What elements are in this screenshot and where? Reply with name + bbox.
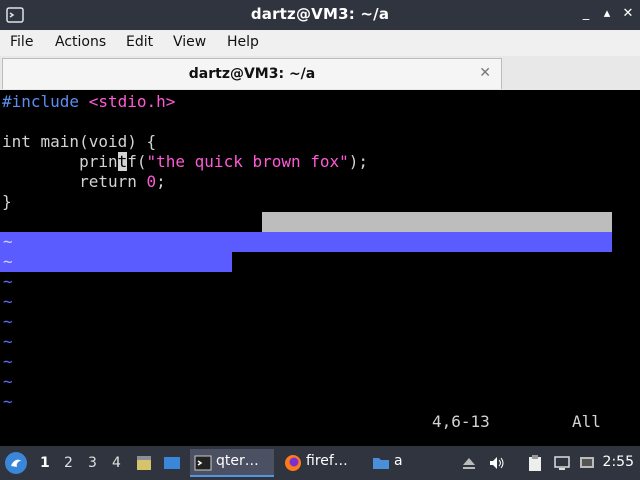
workspace-1[interactable]: 1 bbox=[40, 455, 50, 471]
selection-highlight bbox=[0, 232, 612, 252]
empty-line-marker: ~ bbox=[3, 372, 13, 391]
code-line-5: return 0; bbox=[2, 172, 166, 191]
code-line-3: int main(void) { bbox=[2, 132, 157, 151]
minimize-button[interactable]: _ bbox=[578, 6, 594, 22]
firefox-icon bbox=[284, 454, 302, 472]
code-line-4: printf("the quick brown fox"); bbox=[2, 152, 369, 171]
network-icon[interactable] bbox=[553, 454, 571, 472]
clock[interactable]: 2:55 bbox=[603, 454, 634, 470]
empty-line-marker: ~ bbox=[3, 332, 13, 351]
menu-view[interactable]: View bbox=[173, 34, 206, 50]
folder-icon bbox=[372, 454, 390, 472]
selection-highlight bbox=[0, 252, 232, 272]
task-qterminal[interactable]: qter… bbox=[190, 449, 274, 477]
text-cursor: t bbox=[117, 152, 128, 171]
menu-actions[interactable]: Actions bbox=[55, 34, 106, 50]
workspace-4[interactable]: 4 bbox=[112, 455, 121, 471]
start-menu-button[interactable] bbox=[5, 452, 27, 474]
close-window-button[interactable]: ✕ bbox=[620, 6, 636, 22]
tab-bar: dartz@VM3: ~/a ✕ bbox=[0, 56, 640, 90]
terminal-area[interactable]: #include <stdio.h> int main(void) { prin… bbox=[0, 90, 640, 446]
show-desktop-icon[interactable] bbox=[163, 454, 181, 472]
empty-line-marker: ~ bbox=[3, 352, 13, 371]
volume-icon[interactable] bbox=[488, 454, 506, 472]
tab-terminal[interactable]: dartz@VM3: ~/a ✕ bbox=[2, 58, 502, 89]
code-line-6: } bbox=[2, 192, 12, 211]
task-file-manager[interactable]: a bbox=[368, 449, 428, 477]
terminal-icon bbox=[194, 454, 212, 472]
empty-line-marker: ~ bbox=[3, 292, 13, 311]
lxqt-logo-icon bbox=[11, 459, 21, 467]
taskbar: 1 2 3 4 qter… firef… a 2:55 bbox=[0, 446, 640, 480]
menu-file[interactable]: File bbox=[10, 34, 33, 50]
display-icon[interactable] bbox=[578, 454, 596, 472]
cursor-position: 4,6-13 bbox=[432, 412, 490, 431]
scroll-position: All bbox=[572, 412, 601, 431]
window-title: dartz@VM3: ~/a bbox=[250, 5, 390, 23]
clipboard-icon[interactable] bbox=[526, 454, 544, 472]
task-firefox[interactable]: firef… bbox=[280, 449, 360, 477]
menu-bar: File Actions Edit View Help bbox=[0, 30, 640, 56]
code-line-1: #include <stdio.h> bbox=[2, 92, 176, 111]
notes-icon[interactable] bbox=[135, 454, 153, 472]
workspace-2[interactable]: 2 bbox=[64, 455, 73, 471]
empty-line-marker: ~ bbox=[3, 232, 13, 251]
empty-line-marker: ~ bbox=[3, 312, 13, 331]
menu-edit[interactable]: Edit bbox=[126, 34, 153, 50]
menu-help[interactable]: Help bbox=[227, 34, 259, 50]
eject-icon[interactable] bbox=[460, 454, 478, 472]
empty-line-marker: ~ bbox=[3, 272, 13, 291]
workspace-3[interactable]: 3 bbox=[88, 455, 97, 471]
maximize-button[interactable]: ▴ bbox=[599, 6, 615, 22]
empty-line-marker: ~ bbox=[3, 252, 13, 271]
selection-highlight-grey bbox=[262, 212, 612, 232]
tab-close-icon[interactable]: ✕ bbox=[479, 65, 491, 81]
window-titlebar[interactable]: dartz@VM3: ~/a _ ▴ ✕ bbox=[0, 0, 640, 30]
tab-label: dartz@VM3: ~/a bbox=[188, 66, 316, 82]
empty-line-marker: ~ bbox=[3, 392, 13, 411]
